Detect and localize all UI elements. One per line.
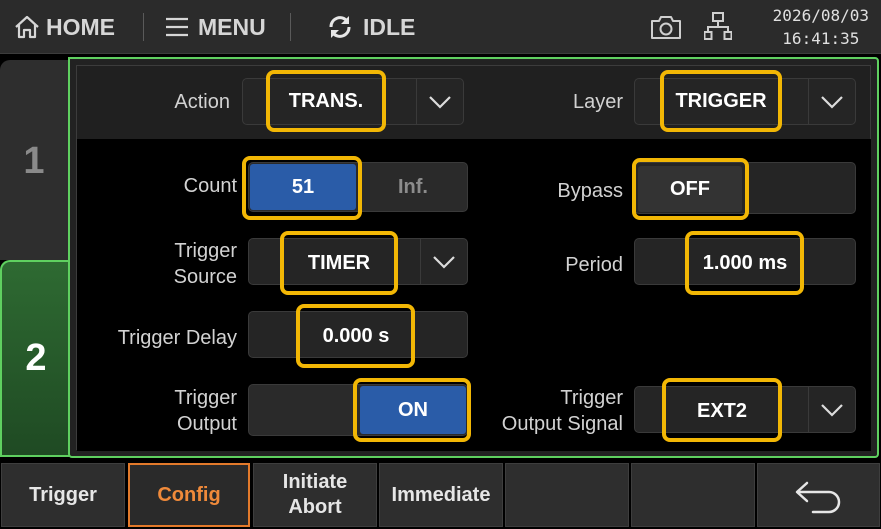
trigger-source-label-line2: Source — [173, 266, 237, 288]
trigger-output-label-line2: Output — [176, 413, 237, 435]
highlight-box — [660, 70, 782, 132]
dropdown-arrow — [808, 79, 855, 124]
softkey-config[interactable]: Config — [128, 463, 250, 527]
chevron-down-icon — [433, 255, 455, 269]
channel-tab-1[interactable]: 1 — [0, 60, 68, 260]
count-label: Count — [183, 175, 237, 197]
dropdown-arrow — [420, 239, 467, 284]
home-button[interactable]: HOME — [14, 0, 115, 54]
highlight-box — [242, 156, 362, 220]
network-icon — [703, 12, 733, 40]
back-button[interactable] — [757, 463, 880, 527]
status-label: IDLE — [363, 13, 416, 40]
home-icon — [15, 15, 39, 39]
trigger-output-signal-label-line1: Trigger — [560, 387, 623, 409]
chevron-down-icon — [429, 95, 451, 109]
trigger-delay-label: Trigger Delay — [117, 327, 237, 349]
trigger-output-label: Trigger Output — [120, 385, 237, 437]
initiate-label: Initiate — [282, 471, 348, 493]
top-status-bar: HOME MENU IDLE 2026/08/03 16:41:35 — [0, 0, 881, 54]
date-text: 2026/08/03 — [772, 6, 869, 25]
bypass-label: Bypass — [557, 180, 623, 202]
datetime: 2026/08/03 16:41:35 — [773, 4, 869, 50]
highlight-box — [296, 304, 415, 368]
highlight-box — [662, 378, 782, 442]
trigger-source-label: Trigger Source — [120, 238, 237, 290]
menu-button[interactable]: MENU — [165, 0, 266, 54]
highlight-box — [266, 70, 386, 132]
channel-tab-2[interactable]: 2 — [0, 260, 70, 457]
action-label: Action — [174, 91, 230, 113]
highlight-box — [632, 158, 749, 220]
home-label: HOME — [46, 13, 115, 40]
dropdown-arrow — [416, 79, 463, 124]
softkey-empty-5 — [505, 463, 629, 527]
time-text: 16:41:35 — [782, 29, 860, 48]
camera-icon — [651, 16, 681, 39]
back-arrow-icon — [795, 481, 840, 514]
softkey-empty-6 — [631, 463, 755, 527]
softkey-trigger[interactable]: Trigger — [1, 463, 125, 527]
network-status[interactable] — [703, 12, 733, 47]
abort-label: Abort — [288, 496, 342, 518]
run-status: IDLE — [326, 0, 415, 54]
separator — [290, 13, 291, 41]
trigger-source-label-line1: Trigger — [174, 240, 237, 262]
highlight-box — [685, 231, 804, 295]
softkey-immediate[interactable]: Immediate — [379, 463, 503, 527]
trigger-output-signal-label: Trigger Output Signal — [470, 385, 623, 437]
highlight-box — [280, 231, 398, 295]
menu-label: MENU — [198, 13, 266, 40]
hamburger-icon — [166, 17, 188, 37]
tab-1-label: 1 — [23, 140, 45, 182]
dropdown-arrow — [808, 387, 855, 432]
screenshot-button[interactable] — [650, 14, 682, 45]
chevron-down-icon — [821, 403, 843, 417]
sync-icon — [329, 16, 351, 38]
chevron-down-icon — [821, 95, 843, 109]
trigger-output-signal-label-line2: Output Signal — [501, 413, 623, 435]
trigger-output-label-line1: Trigger — [174, 387, 237, 409]
layer-label: Layer — [572, 91, 623, 113]
separator — [143, 13, 144, 41]
infinite-button[interactable]: Inf. — [360, 164, 466, 210]
softkey-bar: Trigger Config Initiate Abort Immediate — [0, 461, 881, 529]
period-label: Period — [565, 254, 623, 276]
softkey-initiate-abort[interactable]: Initiate Abort — [253, 463, 377, 527]
highlight-box — [353, 378, 471, 442]
